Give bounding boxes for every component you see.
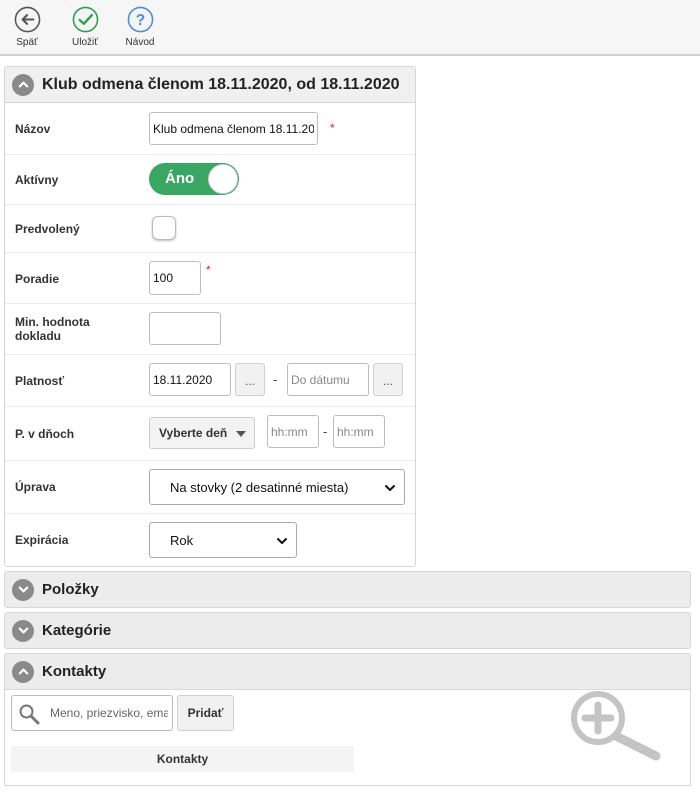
zoom-in-icon[interactable] (568, 688, 664, 764)
time-from-input[interactable] (267, 415, 319, 448)
section-contacts-title: Kontakty (42, 663, 107, 680)
chevron-down-icon (385, 485, 395, 491)
toolbar: Späť Uložiť ? Návod (0, 0, 700, 56)
day-select-value: Vyberte deň (159, 426, 228, 440)
day-select[interactable]: Vyberte deň (149, 417, 255, 449)
row-expiration: Expirácia Rok (5, 514, 415, 566)
contact-search-input[interactable] (48, 697, 170, 729)
toggle-knob (208, 164, 238, 194)
chevron-down-icon (12, 578, 34, 601)
time-separator: - (323, 424, 328, 439)
form-title: Klub odmena členom 18.11.2020, od 18.11.… (42, 75, 400, 93)
required-marker: * (206, 263, 211, 277)
row-active: Aktívny Áno (5, 155, 415, 205)
toggle-text: Áno (165, 170, 195, 187)
help-label: Návod (125, 37, 155, 48)
save-label: Uložiť (72, 37, 98, 48)
order-label: Poradie (15, 272, 60, 286)
add-contact-button[interactable]: Pridať (177, 695, 234, 731)
min-value-label-line1: Min. hodnota (15, 315, 90, 329)
back-label: Späť (16, 37, 38, 48)
default-label: Predvolený (15, 222, 80, 236)
question-icon: ? (127, 6, 153, 33)
save-button[interactable]: Uložiť (63, 6, 107, 52)
contacts-column-header: Kontakty (11, 746, 354, 772)
search-icon (19, 704, 40, 725)
chevron-up-icon[interactable] (12, 73, 34, 96)
default-checkbox[interactable] (152, 216, 176, 240)
row-validity: Platnosť ... - ... (5, 355, 415, 407)
date-separator: - (273, 372, 278, 387)
min-value-label-line2: dokladu (15, 329, 62, 343)
active-label: Aktívny (15, 173, 59, 187)
section-categories[interactable]: Kategórie (4, 612, 691, 649)
checkmark-icon (72, 6, 98, 33)
order-input[interactable] (149, 261, 201, 295)
active-toggle[interactable]: Áno (149, 163, 239, 195)
help-button[interactable]: ? Návod (118, 6, 162, 52)
days-label: P. v dňoch (15, 427, 75, 441)
section-categories-title: Kategórie (42, 622, 112, 639)
rounding-select-value: Na stovky (2 desatinné miesta) (170, 479, 349, 495)
min-value-label: Min. hodnota dokladu (15, 315, 90, 343)
expiration-label: Expirácia (15, 533, 69, 547)
arrow-left-icon (14, 6, 40, 33)
caret-down-icon (236, 431, 246, 437)
row-days: P. v dňoch Vyberte deň - (5, 407, 415, 461)
row-rounding: Úprava Na stovky (2 desatinné miesta) (5, 461, 415, 514)
date-from-input[interactable] (149, 363, 231, 396)
section-items[interactable]: Položky (4, 571, 691, 608)
name-input[interactable] (149, 112, 318, 145)
section-contacts[interactable]: Kontakty (4, 653, 691, 690)
chevron-down-icon (12, 619, 34, 642)
row-min-value: Min. hodnota dokladu (5, 304, 415, 355)
date-from-picker-button[interactable]: ... (235, 363, 265, 396)
contact-search[interactable] (11, 695, 173, 731)
name-label: Názov (15, 122, 51, 136)
expiration-select[interactable]: Rok (149, 522, 297, 558)
date-to-input[interactable] (287, 363, 369, 396)
row-default: Predvolený (5, 205, 415, 253)
min-value-input[interactable] (149, 312, 221, 345)
validity-label: Platnosť (15, 374, 65, 388)
row-order: Poradie * (5, 253, 415, 304)
date-to-picker-button[interactable]: ... (373, 363, 403, 396)
chevron-up-icon (12, 660, 34, 683)
required-marker: * (330, 121, 335, 135)
time-to-input[interactable] (333, 415, 385, 448)
chevron-down-icon (277, 538, 287, 544)
row-name: Názov * (5, 104, 415, 155)
contacts-panel: Pridať Kontakty (4, 690, 691, 786)
rounding-label: Úprava (15, 480, 56, 494)
back-button[interactable]: Späť (5, 6, 49, 52)
discount-form-panel: Klub odmena členom 18.11.2020, od 18.11.… (4, 66, 416, 567)
svg-text:?: ? (135, 12, 144, 29)
section-items-title: Položky (42, 581, 99, 598)
form-panel-header[interactable]: Klub odmena členom 18.11.2020, od 18.11.… (5, 67, 415, 103)
rounding-select[interactable]: Na stovky (2 desatinné miesta) (149, 469, 405, 505)
expiration-select-value: Rok (170, 532, 194, 548)
